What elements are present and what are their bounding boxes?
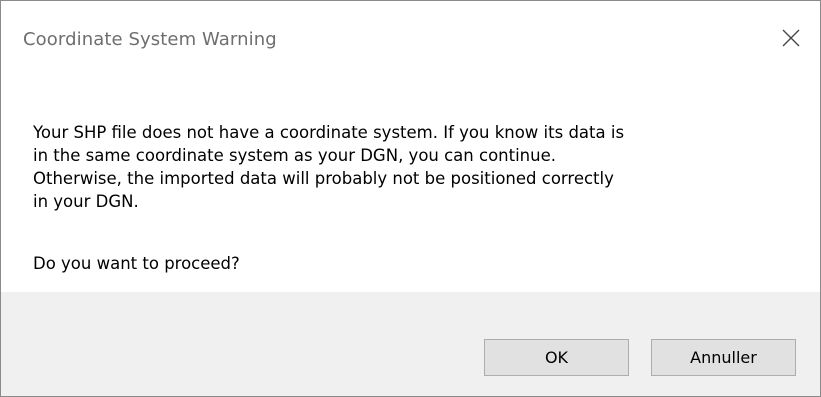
proceed-question: Do you want to proceed? [33, 254, 240, 273]
cancel-button[interactable]: Annuller [651, 339, 796, 376]
dialog-title: Coordinate System Warning [23, 29, 277, 50]
close-icon [782, 29, 800, 47]
message-line: Otherwise, the imported data will probab… [33, 169, 614, 188]
title-bar: Coordinate System Warning [1, 1, 820, 83]
warning-message: Your SHP file does not have a coordinate… [33, 121, 793, 213]
close-button[interactable] [768, 15, 814, 61]
ok-button[interactable]: OK [484, 339, 629, 376]
message-line: in your DGN. [33, 192, 139, 211]
message-line: Your SHP file does not have a coordinate… [33, 123, 625, 142]
message-line: in the same coordinate system as your DG… [33, 146, 556, 165]
coordinate-system-warning-dialog: Coordinate System Warning Your SHP file … [0, 0, 821, 397]
message-area: Your SHP file does not have a coordinate… [1, 83, 820, 291]
button-bar: OK Annuller [1, 292, 820, 396]
